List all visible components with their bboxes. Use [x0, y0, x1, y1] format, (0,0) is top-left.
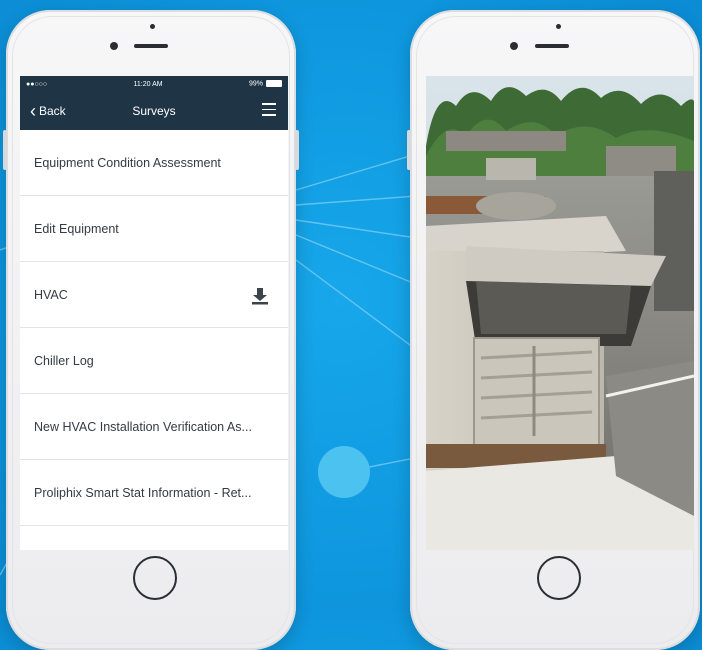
download-icon[interactable] [250, 286, 270, 306]
status-bar: ●●○○○ 11:20 AM 99% [20, 76, 288, 92]
survey-item-partial[interactable] [20, 526, 288, 550]
survey-item-proliphix-smart-stat[interactable]: Proliphix Smart Stat Information - Ret..… [20, 460, 288, 526]
survey-item-new-hvac-installation[interactable]: New HVAC Installation Verification As... [20, 394, 288, 460]
volume-button [3, 130, 7, 170]
camera-icon [110, 42, 118, 50]
battery-indicator: 99% [248, 80, 282, 88]
speaker-icon [535, 44, 569, 48]
camera-icon [510, 42, 518, 50]
phone-right [407, 10, 700, 650]
phone-left: ●●○○○ 11:20 AM 99% ‹ Back Surveys Equipm… [3, 10, 299, 650]
survey-item-chiller-log[interactable]: Chiller Log [20, 328, 288, 394]
survey-label: Equipment Condition Assessment [34, 155, 221, 170]
survey-label: Proliphix Smart Stat Information - Ret..… [34, 485, 252, 500]
signal-indicator: ●●○○○ [26, 80, 48, 88]
speaker-icon [134, 44, 168, 48]
decorative-bubble [318, 446, 370, 498]
home-button[interactable] [133, 556, 177, 600]
survey-item-hvac[interactable]: HVAC [20, 262, 288, 328]
survey-label: New HVAC Installation Verification As... [34, 419, 252, 434]
page-title: Surveys [132, 104, 176, 118]
volume-button [407, 130, 411, 170]
battery-icon [266, 80, 282, 88]
hvac-photo [426, 76, 694, 550]
app-screen: ●●○○○ 11:20 AM 99% ‹ Back Surveys Equipm… [20, 76, 288, 550]
battery-percent: 99% [248, 80, 263, 88]
survey-list: Equipment Condition Assessment Edit Equi… [20, 130, 288, 550]
sensor-icon [556, 24, 561, 29]
power-button [295, 130, 299, 170]
status-time: 11:20 AM [133, 80, 163, 88]
home-button[interactable] [537, 556, 581, 600]
survey-label: HVAC [34, 287, 68, 302]
survey-label: Chiller Log [34, 353, 94, 368]
rooftop-hvac-unit-image [426, 76, 694, 550]
survey-label: Edit Equipment [34, 221, 119, 236]
survey-item-equipment-condition-assessment[interactable]: Equipment Condition Assessment [20, 130, 288, 196]
hamburger-menu-icon[interactable] [262, 103, 276, 116]
survey-item-edit-equipment[interactable]: Edit Equipment [20, 196, 288, 262]
nav-bar: ‹ Back Surveys [20, 92, 288, 130]
sensor-icon [150, 24, 155, 29]
